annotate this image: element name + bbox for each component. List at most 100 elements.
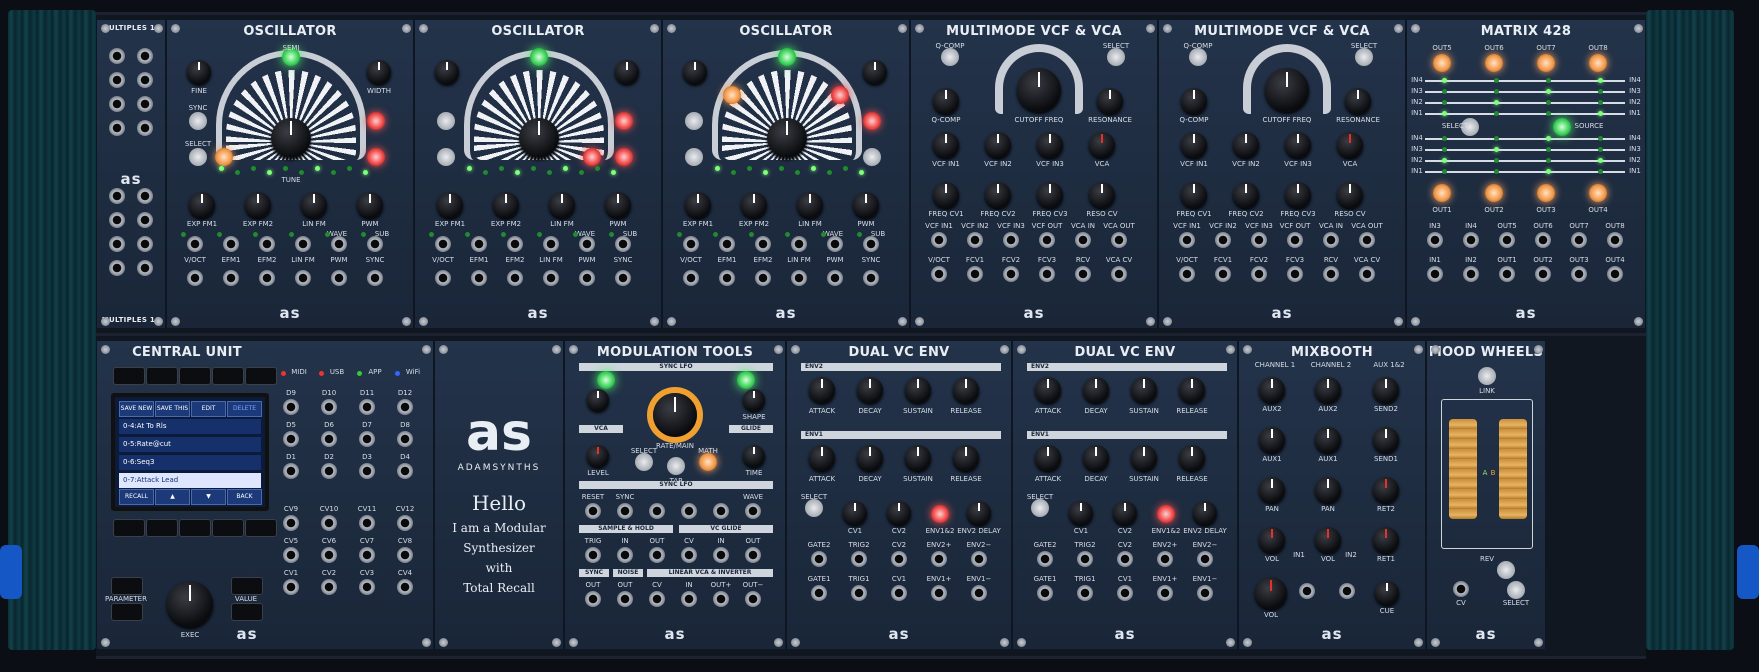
link-button[interactable] [931,505,949,523]
parameter-down-button[interactable] [111,603,143,621]
jack-bottom-row[interactable] [1359,266,1375,282]
screen-button-edit[interactable]: EDIT [191,401,226,417]
env1-sustain-knob[interactable] [905,445,931,471]
exec-encoder[interactable] [167,581,213,627]
jack-top-row[interactable] [187,236,203,252]
jack-top-row[interactable] [1251,232,1267,248]
jack-top-row[interactable] [827,236,843,252]
jack-bottom-row[interactable] [187,270,203,286]
cu-jack-d8[interactable] [397,431,413,447]
knob-exp-fm2[interactable] [493,192,519,218]
cv2-knob[interactable] [887,501,911,525]
env-jack-bottom[interactable] [1117,585,1133,601]
knob-pwm[interactable] [605,192,631,218]
top-button-5[interactable] [245,367,277,385]
in1-jack[interactable] [1299,583,1315,599]
row3-knob[interactable] [1089,182,1115,208]
multiple-jack[interactable] [137,96,153,112]
rate-main-knob[interactable] [653,393,697,437]
cu-jack-d3[interactable] [359,463,375,479]
value-up-button[interactable] [231,577,263,595]
jack-top-row[interactable] [615,236,631,252]
env-jack-top[interactable] [1157,551,1173,567]
cu-jack-d12[interactable] [397,399,413,415]
width-knob[interactable] [615,60,639,84]
width-knob[interactable] [863,60,887,84]
jack-top-row[interactable] [223,236,239,252]
select-button[interactable] [1107,48,1125,66]
cu-jack-cv2[interactable] [321,579,337,595]
cu-jack-d1[interactable] [283,463,299,479]
jack-bottom-row[interactable] [827,270,843,286]
multiple-jack[interactable] [109,72,125,88]
row3-knob[interactable] [1037,182,1063,208]
math-button[interactable] [699,453,717,471]
jack-bottom-row[interactable] [543,270,559,286]
jack-top-row[interactable] [295,236,311,252]
env-jack-bottom[interactable] [971,585,987,601]
screen-list-item[interactable]: 0-4:At To Rls [119,419,261,434]
mt-jack-row2[interactable] [585,547,601,563]
ch2-vol-knob[interactable] [1315,527,1341,553]
mt-jack-row1[interactable] [585,503,601,519]
out-bottom-button[interactable] [1537,184,1555,202]
cu-jack-cv12[interactable] [397,515,413,531]
tap-button[interactable] [667,457,685,475]
env1-release-knob[interactable] [1179,445,1205,471]
jack-top-row[interactable] [507,236,523,252]
jack-top-row[interactable] [259,236,275,252]
cu-jack-d11[interactable] [359,399,375,415]
multiple-jack[interactable] [137,48,153,64]
jack-top-row[interactable] [1359,232,1375,248]
select-button[interactable] [1031,499,1049,517]
row2-knob[interactable] [1037,132,1063,158]
jack-top-row[interactable] [719,236,735,252]
jack-top-row[interactable] [967,232,983,248]
in2-jack[interactable] [1339,583,1355,599]
aux-ret1-knob[interactable] [1373,527,1399,553]
lower-button-5[interactable] [245,519,277,537]
lower-button-1[interactable] [113,519,145,537]
mt-jack-row3[interactable] [585,591,601,607]
width-knob[interactable] [367,60,391,84]
aux-send2-knob[interactable] [1373,377,1399,403]
env-jack-top[interactable] [891,551,907,567]
fine-knob[interactable] [187,60,211,84]
cu-jack-cv1[interactable] [283,579,299,595]
jack-top-row[interactable] [1075,232,1091,248]
jack-bottom-row[interactable] [1499,266,1515,282]
multiple-jack[interactable] [109,188,125,204]
multiple-jack[interactable] [137,120,153,136]
mt-jack-row1[interactable] [681,503,697,519]
screen-button-save-new[interactable]: SAVE NEW [119,401,154,417]
jack-bottom-row[interactable] [615,270,631,286]
env-jack-bottom[interactable] [1197,585,1213,601]
jack-bottom-row[interactable] [507,270,523,286]
cv2-knob[interactable] [1113,501,1137,525]
screen-footer-button[interactable]: ▼ [191,489,226,505]
row2-knob[interactable] [985,132,1011,158]
ch2-aux1-knob[interactable] [1315,427,1341,453]
row2-knob[interactable] [1285,132,1311,158]
cu-jack-d6[interactable] [321,431,337,447]
cue-knob[interactable] [1375,581,1399,605]
jack-bottom-row[interactable] [931,266,947,282]
row3-knob[interactable] [985,182,1011,208]
cu-jack-cv3[interactable] [359,579,375,595]
out-top-button[interactable] [1589,54,1607,72]
multiple-jack[interactable] [109,236,125,252]
jack-top-row[interactable] [1003,232,1019,248]
jack-top-row[interactable] [1607,232,1623,248]
env2-attack-knob[interactable] [809,377,835,403]
env1-decay-knob[interactable] [1083,445,1109,471]
cu-jack-cv5[interactable] [283,547,299,563]
screen-button-save-this[interactable]: SAVE THIS [155,401,190,417]
env-jack-bottom[interactable] [931,585,947,601]
jack-top-row[interactable] [1215,232,1231,248]
mt-jack-row1[interactable] [649,503,665,519]
cu-jack-d4[interactable] [397,463,413,479]
jack-top-row[interactable] [331,236,347,252]
sub-button[interactable] [863,148,881,166]
screen-footer-button[interactable]: ▲ [155,489,190,505]
multiple-jack[interactable] [109,96,125,112]
